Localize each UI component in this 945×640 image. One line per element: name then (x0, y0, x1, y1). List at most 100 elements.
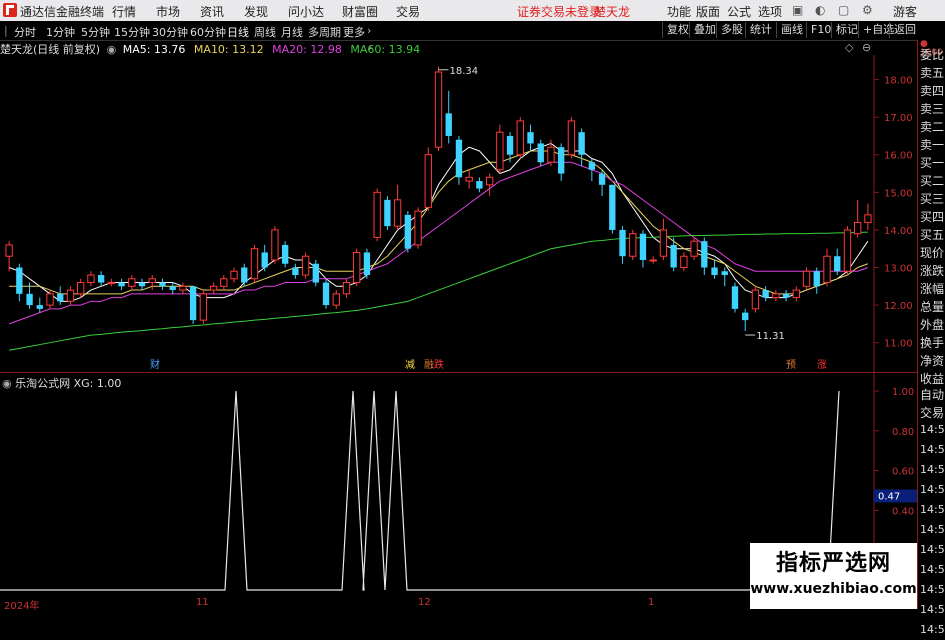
multi-stock-button[interactable]: 多股 (716, 22, 747, 38)
period-tab-30min[interactable]: 30分钟 (152, 24, 188, 40)
settings-icon[interactable]: ⚙ (862, 3, 873, 17)
menu-discover[interactable]: 发现 (244, 3, 268, 20)
candle-body-down (36, 305, 43, 309)
period-tab-1min[interactable]: 1分钟 (46, 24, 75, 40)
candle-body-up (772, 293, 780, 299)
candle-body-up (649, 259, 657, 262)
watermark-url: www.xuezhibiao.com (750, 581, 917, 597)
candle (77, 278, 85, 298)
side-volume: 总量 (920, 300, 945, 314)
side-trade[interactable]: 交易 (920, 404, 945, 421)
candle-body-up (567, 120, 576, 156)
ma60-line (9, 231, 868, 351)
side-ask3: 卖三 (920, 102, 945, 116)
period-tab-daily[interactable]: 日线 (227, 24, 249, 40)
menu-quotes[interactable]: 行情 (112, 3, 136, 20)
candle-body-down (169, 286, 176, 291)
candle (128, 275, 136, 291)
side-ask4: 卖四 (920, 84, 945, 98)
candle-body-up (393, 199, 402, 227)
side-outer: 外盘 (920, 318, 945, 332)
side-time-item: 14:56 (920, 523, 945, 536)
side-net-assets: 净资 (920, 354, 945, 368)
back-button[interactable]: 返回 (889, 22, 920, 38)
candle (690, 237, 698, 260)
app-logo-icon (3, 3, 17, 17)
candle-body-down (701, 241, 708, 268)
candle-body-up (77, 282, 85, 295)
candle-body-down (97, 275, 105, 283)
menu-function[interactable]: 功能 (667, 3, 691, 20)
minimize-icon[interactable]: ▢ (838, 3, 849, 17)
menu-options[interactable]: 选项 (758, 3, 782, 20)
period-tab-multi[interactable]: 多周期 (308, 24, 341, 40)
guest-label[interactable]: 游客 (893, 3, 917, 20)
side-ask1: 卖一 (920, 138, 945, 152)
stats-button[interactable]: 统计 (745, 22, 776, 38)
period-tab-15min[interactable]: 15分钟 (114, 24, 150, 40)
collapse-arrow-icon[interactable]: › (368, 41, 372, 54)
zoom-icon[interactable]: ⊖ (862, 41, 871, 54)
period-tab-monthly[interactable]: 月线 (281, 24, 303, 40)
login-status[interactable]: 证券交易未登录 (517, 3, 601, 20)
menu-market[interactable]: 市场 (156, 3, 180, 20)
candle-body-down (384, 199, 391, 227)
candle-body-down (363, 252, 371, 276)
candle (823, 248, 831, 287)
candle-body-down (404, 214, 411, 249)
side-auto[interactable]: 自动 (920, 386, 945, 403)
candle (271, 226, 279, 264)
diamond-icon[interactable]: ◇ (845, 41, 853, 54)
window-mode-icon[interactable]: ◐ (815, 3, 825, 17)
candle-body-up (301, 255, 310, 276)
candle (813, 267, 820, 294)
candle (384, 196, 391, 230)
candle-body-up (342, 282, 351, 295)
candle (97, 271, 105, 287)
date-tick: 11 (196, 597, 209, 608)
candle (301, 252, 310, 279)
candle-body-down (312, 263, 319, 283)
candle-body-down (558, 147, 565, 174)
candle (721, 267, 728, 287)
side-time-item: 14:56 (920, 443, 945, 456)
candle-body-down (619, 229, 626, 257)
candle-body-up (680, 255, 688, 269)
candle (322, 278, 330, 309)
candle-body-down (578, 132, 585, 155)
user-icon[interactable]: ▣ (792, 3, 803, 17)
candle-body-down (292, 267, 299, 276)
period-tab-intraday[interactable]: 分时 (14, 24, 36, 40)
draw-line-button[interactable]: 画线 (776, 22, 807, 38)
candle-body-down (455, 139, 463, 178)
period-tab-more[interactable]: 更多 (343, 24, 365, 40)
menu-ask[interactable]: 问小达 (288, 3, 324, 20)
candle (843, 226, 852, 276)
menu-formula[interactable]: 公式 (727, 3, 751, 20)
more-chevron-icon[interactable]: › (367, 24, 371, 37)
menu-trade[interactable]: 交易 (396, 3, 420, 20)
sub-tick-label: 0.80 (892, 427, 914, 438)
candle (792, 286, 800, 302)
candle (476, 177, 483, 193)
high-price-label: 18.34 (450, 66, 479, 77)
candle (680, 252, 688, 272)
period-tab-60min[interactable]: 60分钟 (190, 24, 226, 40)
period-tab-weekly[interactable]: 周线 (254, 24, 276, 40)
candle (547, 139, 555, 167)
candlestick-chart[interactable]: 18.00 17.00 16.00 15.00 14.00 13.00 12.00 11.00… (0, 55, 917, 372)
candle-body-up (496, 131, 504, 171)
ma10-line (9, 150, 869, 295)
candle (659, 218, 668, 260)
candle-body-down (742, 312, 749, 321)
side-bid2: 买二 (920, 174, 945, 188)
period-tab-5min[interactable]: 5分钟 (81, 24, 110, 40)
menu-wealth[interactable]: 财富圈 (342, 3, 378, 20)
candle-body-down (26, 293, 33, 306)
menu-news[interactable]: 资讯 (200, 3, 224, 20)
menu-layout[interactable]: 版面 (696, 3, 720, 20)
sub-tick-label: 1.00 (892, 387, 914, 398)
candle (353, 248, 361, 287)
candle-body-down (322, 282, 330, 306)
price-tick-label: 17.00 (884, 113, 913, 124)
